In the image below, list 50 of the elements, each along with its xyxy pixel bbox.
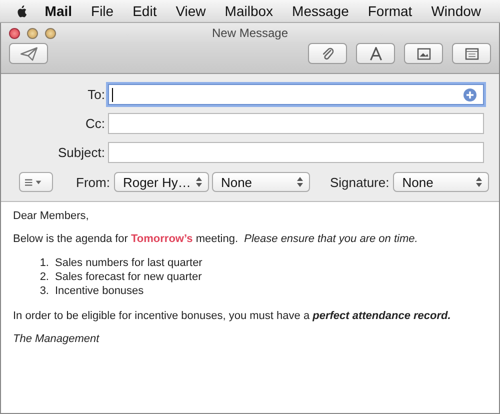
fonts-button[interactable] — [356, 43, 395, 64]
menu-item[interactable]: Mailbox — [224, 3, 274, 19]
menu-item[interactable]: Message — [292, 3, 349, 19]
message-paragraph: In order to be eligible for incentive bonuses, you must have a perfect attendance record. — [13, 310, 452, 322]
list-number: 3. — [38, 284, 49, 298]
letter-a-icon — [368, 46, 382, 60]
menu-item[interactable]: View — [176, 3, 206, 19]
from-label: From: — [76, 174, 110, 190]
close-button[interactable] — [9, 28, 20, 39]
stepper-arrows-icon — [196, 177, 202, 187]
template-button[interactable] — [452, 43, 491, 64]
menu-item[interactable]: Format — [368, 3, 412, 19]
format-menu-button[interactable] — [19, 172, 53, 192]
zoom-button[interactable] — [45, 28, 56, 39]
list-item: Sales numbers for last quarter — [55, 256, 202, 270]
message-paragraph: Dear Members, — [13, 210, 90, 222]
field-label: To: — [86, 87, 106, 102]
list-number: 2. — [38, 270, 49, 284]
photo-icon — [416, 48, 430, 60]
list-item: Sales forecast for new quarter — [55, 270, 202, 284]
menu-item[interactable]: Mail — [44, 3, 72, 19]
list-caret-icon — [24, 178, 44, 186]
input-field[interactable] — [108, 84, 484, 105]
message-paragraph: The Management — [13, 333, 100, 345]
apple-logo-icon[interactable] — [16, 2, 27, 20]
menu-item[interactable]: Window — [431, 3, 481, 19]
input-field[interactable] — [108, 142, 484, 163]
add-contact-icon[interactable] — [463, 88, 477, 102]
window-title: New Message — [212, 26, 288, 40]
from-dropdown[interactable]: Roger Hy… — [114, 172, 209, 192]
minimize-button[interactable] — [27, 28, 38, 39]
paperclip-icon — [320, 46, 334, 60]
stepper-arrows-icon — [296, 177, 303, 187]
list-item: Incentive bonuses — [55, 284, 144, 298]
account-dropdown[interactable]: None — [212, 172, 310, 192]
field-label: Cc: — [84, 116, 106, 131]
paper-plane-icon — [20, 46, 38, 60]
template-icon — [464, 48, 478, 60]
message-paragraph: Below is the agenda for Tomorrow’s meeting. Please ensure that you are on time. — [13, 233, 419, 245]
menu-item[interactable]: File — [91, 3, 114, 19]
signature-dropdown[interactable]: None — [393, 172, 490, 192]
photo-button[interactable] — [404, 43, 443, 64]
menu-item[interactable]: Edit — [132, 3, 157, 19]
field-label: Subject: — [57, 145, 106, 160]
stepper-arrows-icon — [476, 177, 482, 187]
attach-button[interactable] — [308, 43, 347, 64]
input-field[interactable] — [108, 113, 484, 134]
signature-label: Signature: — [330, 174, 390, 190]
send-button[interactable] — [9, 43, 48, 64]
list-number: 1. — [38, 256, 49, 270]
